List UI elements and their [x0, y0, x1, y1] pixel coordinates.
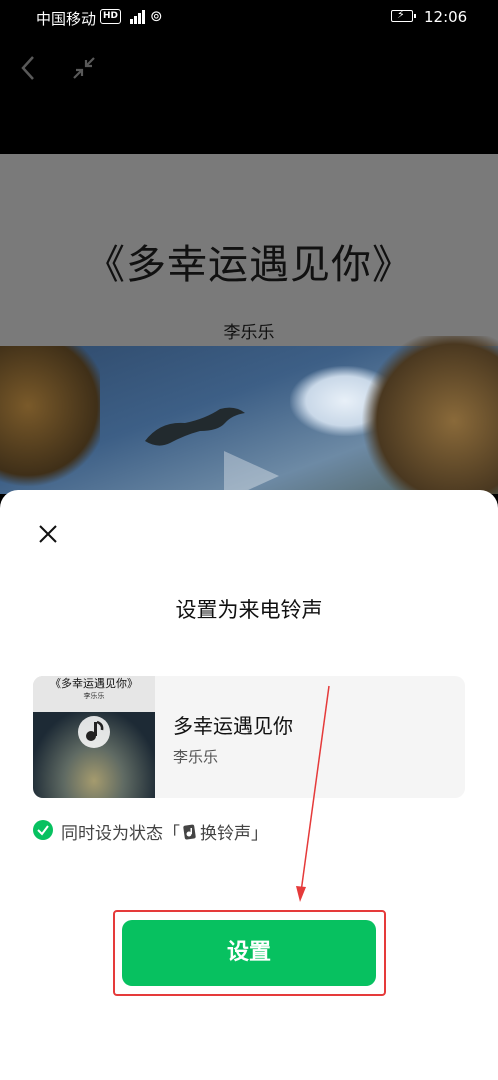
- music-note-icon: [78, 716, 110, 748]
- close-icon[interactable]: [36, 522, 60, 546]
- hotspot-icon: ⊚: [150, 7, 163, 25]
- back-icon[interactable]: [18, 54, 38, 82]
- video-song-title: 《多幸运遇见你》: [85, 242, 413, 288]
- status-option-suffix: 换铃声」: [200, 824, 268, 844]
- video-frame: [0, 336, 498, 494]
- album-cover: 《多幸运遇见你》 李乐乐: [33, 676, 155, 798]
- signal-icon: [124, 8, 150, 24]
- wolf-illustration: [145, 407, 245, 446]
- ringtone-sheet: 设置为来电铃声 《多幸运遇见你》 李乐乐 多幸运遇见你 李乐乐 同时设为状态「: [0, 490, 498, 1080]
- clock: 12:06: [424, 8, 468, 26]
- video-preview: 《多幸运遇见你》 李乐乐: [0, 154, 498, 494]
- ringtone-status-icon: [183, 824, 196, 840]
- play-icon[interactable]: [214, 446, 284, 494]
- card-song-name: 多幸运遇见你: [173, 714, 293, 738]
- hd-badge: HD: [100, 9, 122, 24]
- carrier-name: 中国移动: [36, 10, 97, 28]
- status-option-text: 同时设为状态「 换铃声」: [61, 819, 268, 844]
- status-option-prefix: 同时设为状态「: [61, 824, 180, 844]
- player-controls: [0, 34, 498, 154]
- battery-icon: ⚡: [391, 8, 416, 22]
- check-circle-icon[interactable]: [33, 820, 53, 840]
- set-button[interactable]: 设置: [122, 920, 376, 986]
- cover-title: 《多幸运遇见你》: [50, 677, 138, 690]
- song-card[interactable]: 《多幸运遇见你》 李乐乐 多幸运遇见你 李乐乐: [33, 676, 465, 798]
- cover-singer: 李乐乐: [83, 692, 105, 700]
- card-singer-name: 李乐乐: [173, 748, 219, 766]
- status-bar: 中国移动 HD ⊚ ⚡ 12:06: [0, 0, 498, 34]
- minimize-icon[interactable]: [70, 54, 98, 82]
- sheet-title: 设置为来电铃声: [175, 598, 323, 622]
